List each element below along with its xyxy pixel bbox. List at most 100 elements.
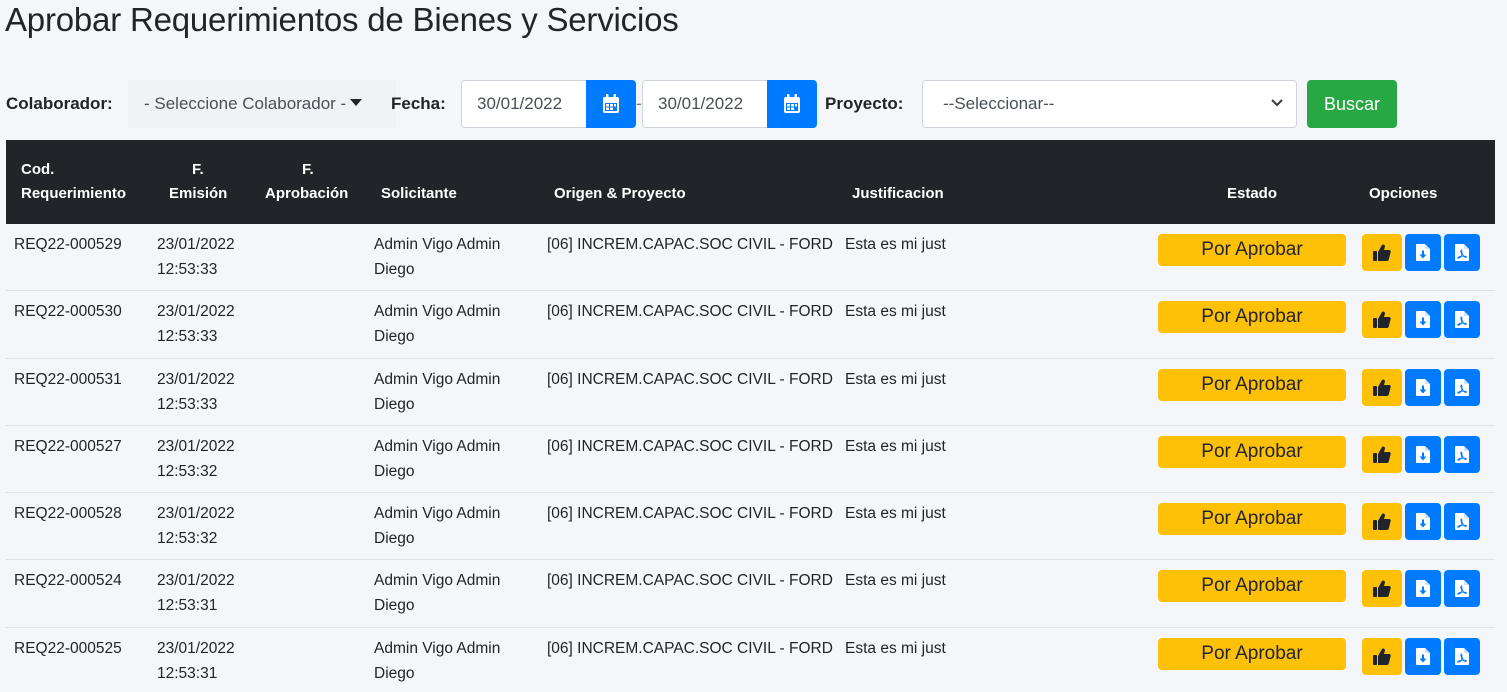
colaborador-dropdown[interactable]: - Seleccione Colaborador -: [128, 80, 396, 128]
file-download-icon: [1416, 378, 1430, 396]
approve-button[interactable]: [1362, 570, 1402, 608]
caret-down-icon: [350, 99, 363, 106]
file-pdf-icon: [1455, 647, 1469, 665]
fecha-emision-date: 23/01/2022: [157, 639, 235, 657]
header-emision-line2: Emisión: [169, 185, 228, 202]
header-opciones: Opciones: [1369, 185, 1438, 202]
cell-justificacion: Esta es mi just: [845, 639, 946, 657]
header-solicitante: Solicitante: [381, 185, 457, 202]
pdf-button[interactable]: [1444, 368, 1480, 406]
requerimientos-table: Cod. Requerimiento F. Emisión F. Aprobac…: [6, 140, 1495, 692]
cell-fecha-emision: 23/01/2022 12:53:31: [157, 568, 235, 618]
thumbs-up-icon: [1373, 648, 1391, 665]
fecha-desde-calendar-button[interactable]: [586, 80, 636, 128]
download-button[interactable]: [1405, 570, 1441, 608]
fecha-emision-date: 23/01/2022: [157, 236, 235, 253]
download-button[interactable]: [1405, 435, 1441, 473]
status-badge[interactable]: Por Aprobar: [1158, 570, 1346, 603]
fecha-desde-input[interactable]: 30/01/2022: [461, 80, 587, 128]
solicitante-line1: Admin Vigo Admin: [374, 303, 501, 321]
download-button[interactable]: [1405, 637, 1441, 675]
solicitante-line1: Admin Vigo Admin: [374, 505, 501, 523]
cell-solicitante: Admin Vigo Admin Diego: [374, 434, 500, 484]
file-download-icon: [1416, 445, 1430, 463]
table-row: REQ22-000524 23/01/2022 12:53:31 Admin Vi…: [6, 560, 1495, 628]
approve-button[interactable]: [1362, 435, 1402, 473]
file-pdf-icon: [1455, 513, 1469, 531]
file-pdf-icon: [1455, 580, 1469, 598]
file-pdf-icon: [1455, 311, 1469, 329]
status-badge[interactable]: Por Aprobar: [1158, 234, 1346, 266]
table-body: REQ22-000529 23/01/2022 12:53:33 Admin Vi…: [6, 224, 1495, 692]
solicitante-line1: Admin Vigo Admin: [374, 370, 501, 388]
cell-justificacion: Esta es mi just: [845, 572, 946, 590]
cell-origen: [06] INCREM.CAPAC.SOC CIVIL - FORD: [547, 236, 833, 253]
header-origen: Origen & Proyecto: [554, 185, 686, 202]
status-badge[interactable]: Por Aprobar: [1158, 301, 1346, 334]
download-button[interactable]: [1405, 234, 1441, 271]
approve-button[interactable]: [1362, 368, 1402, 406]
pdf-button[interactable]: [1444, 570, 1480, 608]
download-button[interactable]: [1405, 368, 1441, 406]
solicitante-line2: Diego: [374, 395, 415, 413]
cell-justificacion: Esta es mi just: [845, 236, 946, 253]
approve-button[interactable]: [1362, 234, 1402, 271]
cell-cod: REQ22-000527: [14, 437, 122, 455]
cell-fecha-emision: 23/01/2022 12:53:33: [157, 367, 235, 417]
cell-solicitante: Admin Vigo Admin Diego: [374, 568, 500, 618]
cell-origen: [06] INCREM.CAPAC.SOC CIVIL - FORD: [547, 639, 833, 657]
fecha-separator: -: [636, 94, 642, 113]
status-badge[interactable]: Por Aprobar: [1158, 435, 1346, 468]
cell-fecha-emision: 23/01/2022 12:53:31: [157, 636, 235, 686]
cell-cod: REQ22-000525: [14, 639, 122, 657]
pdf-button[interactable]: [1444, 503, 1480, 541]
table-row: REQ22-000529 23/01/2022 12:53:33 Admin Vi…: [6, 224, 1495, 292]
fecha-emision-date: 23/01/2022: [157, 505, 235, 523]
page-title: Aprobar Requerimientos de Bienes y Servi…: [5, 1, 679, 38]
thumbs-up-icon: [1373, 379, 1391, 396]
cell-origen: [06] INCREM.CAPAC.SOC CIVIL - FORD: [547, 572, 833, 590]
thumbs-up-icon: [1373, 446, 1391, 463]
pdf-button[interactable]: [1444, 435, 1480, 473]
download-button[interactable]: [1405, 301, 1441, 339]
thumbs-up-icon: [1373, 513, 1391, 531]
solicitante-line2: Diego: [374, 462, 415, 480]
file-pdf-icon: [1455, 244, 1469, 261]
pdf-button[interactable]: [1444, 301, 1480, 339]
fecha-emision-time: 12:53:33: [157, 395, 218, 413]
cell-cod: REQ22-000528: [14, 505, 122, 523]
file-download-icon: [1416, 580, 1430, 598]
cell-cod: REQ22-000524: [14, 572, 122, 590]
proyecto-select[interactable]: --Seleccionar--: [922, 80, 1297, 128]
solicitante-line1: Admin Vigo Admin: [374, 236, 501, 253]
pdf-button[interactable]: [1444, 637, 1480, 675]
fecha-emision-time: 12:53:31: [157, 664, 218, 682]
buscar-button[interactable]: Buscar: [1307, 80, 1397, 128]
status-badge[interactable]: Por Aprobar: [1158, 503, 1346, 536]
fecha-hasta-calendar-button[interactable]: [767, 80, 817, 128]
cell-solicitante: Admin Vigo Admin Diego: [374, 636, 500, 686]
download-button[interactable]: [1405, 503, 1441, 541]
pdf-button[interactable]: [1444, 234, 1480, 271]
fecha-hasta-input[interactable]: 30/01/2022: [642, 80, 768, 128]
cell-solicitante: Admin Vigo Admin Diego: [374, 232, 500, 282]
approve-button[interactable]: [1362, 301, 1402, 339]
status-badge[interactable]: Por Aprobar: [1158, 368, 1346, 401]
header-aprobacion-line2: Aprobación: [265, 185, 349, 202]
approve-button[interactable]: [1362, 503, 1402, 541]
thumbs-up-icon: [1373, 311, 1391, 329]
status-badge[interactable]: Por Aprobar: [1158, 637, 1346, 670]
fecha-emision-time: 12:53:31: [157, 597, 218, 615]
cell-justificacion: Esta es mi just: [845, 505, 946, 523]
cell-solicitante: Admin Vigo Admin Diego: [374, 501, 500, 551]
fecha-emision-date: 23/01/2022: [157, 303, 235, 321]
file-download-icon: [1416, 647, 1430, 665]
file-pdf-icon: [1455, 445, 1469, 463]
fecha-emision-time: 12:53:33: [157, 261, 218, 278]
solicitante-line2: Diego: [374, 328, 415, 346]
table-row: REQ22-000530 23/01/2022 12:53:33 Admin Vi…: [6, 291, 1495, 359]
cell-origen: [06] INCREM.CAPAC.SOC CIVIL - FORD: [547, 437, 833, 455]
chevron-down-icon: [1271, 99, 1283, 107]
filter-bar: Colaborador: - Seleccione Colaborador - …: [6, 80, 1501, 128]
approve-button[interactable]: [1362, 637, 1402, 675]
